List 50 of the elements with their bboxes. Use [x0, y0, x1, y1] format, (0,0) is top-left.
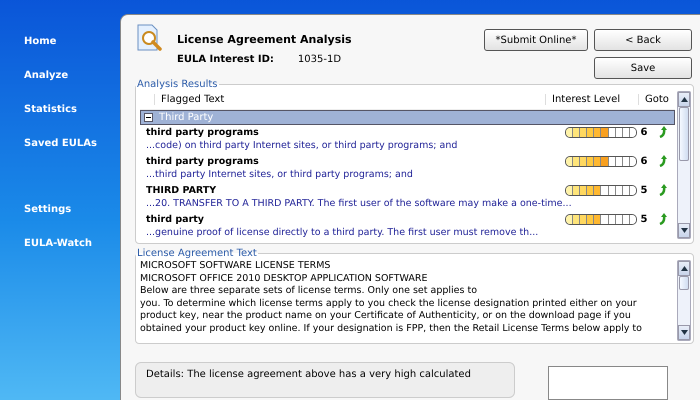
sidebar-item[interactable]: Saved EULAs: [0, 135, 120, 152]
license-line: you. To determine which license terms apply to you check the license designation printed either on your: [140, 298, 638, 310]
flagged-term: third party programs: [146, 156, 260, 167]
id-label: EULA Interest ID:: [177, 54, 274, 65]
scroll-down-icon: [680, 228, 688, 233]
back-button[interactable]: < Back: [594, 29, 692, 51]
panel-legend: License Agreement Text: [136, 248, 258, 259]
flagged-term: third party: [146, 214, 205, 225]
license-line: obtained your product key online. If your designation is FPP, then the Retail License Terms below apply to: [140, 322, 643, 335]
column-header: Goto: [638, 94, 675, 105]
column-header: Interest Level: [545, 94, 638, 105]
submit-button[interactable]: *Submit Online*: [484, 29, 588, 51]
id-value: 1035-1D: [298, 54, 342, 65]
scroll-up-icon: [680, 97, 688, 102]
scrollbar[interactable]: [677, 260, 691, 341]
scrollbar-thumb[interactable]: [679, 107, 689, 161]
license-line: MICROSOFT SOFTWARE LICENSE TERMS: [140, 260, 332, 272]
license-line: product key, near the product name on your Certificate of Authenticity, or on the download page if you: [140, 310, 632, 322]
scroll-down-icon: [680, 330, 688, 335]
interest-score: 5: [640, 214, 648, 225]
goto-arrow-icon[interactable]: [658, 184, 668, 196]
license-line: MICROSOFT OFFICE 2010 DESKTOP APPLICATION SOFTWARE: [140, 272, 429, 285]
collapse-icon[interactable]: [144, 113, 153, 122]
goto-arrow-icon[interactable]: [658, 213, 668, 226]
page-title: License Agreement Analysis: [177, 33, 352, 46]
excerpt-text: ...third party Internet sites, or third party programs; and: [145, 168, 414, 182]
save-button[interactable]: Save: [594, 57, 692, 79]
goto-arrow-icon[interactable]: [658, 155, 668, 168]
sidebar-item[interactable]: Settings: [0, 201, 120, 218]
flagged-term: THIRD PARTY: [146, 184, 218, 196]
scrollbar[interactable]: [677, 91, 691, 239]
interest-score: 6: [640, 156, 648, 167]
sidebar-item[interactable]: Analyze: [0, 67, 120, 84]
sidebar-item[interactable]: Statistics: [0, 101, 120, 118]
details-text: Details: The license agreement above has a very high calculated: [146, 369, 471, 380]
flagged-term: third party programs: [146, 126, 260, 138]
license-line: Below are three separate sets of license terms. Only one set applies to: [140, 285, 478, 298]
goto-arrow-icon[interactable]: [658, 126, 668, 138]
interest-score: 5: [640, 184, 648, 196]
scroll-up-icon: [680, 266, 688, 271]
excerpt-text: ...20. TRANSFER TO A THIRD PARTY. The first user of the software may make a one-time...: [145, 198, 573, 210]
interest-score: 6: [640, 126, 648, 138]
magnifier-document-icon: [135, 23, 165, 53]
scrollbar-thumb[interactable]: [679, 276, 689, 290]
panel-legend: Analysis Results: [136, 79, 218, 90]
sidebar-item[interactable]: Home: [0, 33, 120, 50]
column-header: Flagged Text: [154, 94, 545, 105]
sidebar-item[interactable]: EULA-Watch: [0, 235, 120, 252]
excerpt-text: ...code) on third party Internet sites, or third party programs; and: [145, 140, 458, 152]
excerpt-text: ...genuine proof of license directly to a third party. The first user must remove th...: [145, 226, 540, 240]
